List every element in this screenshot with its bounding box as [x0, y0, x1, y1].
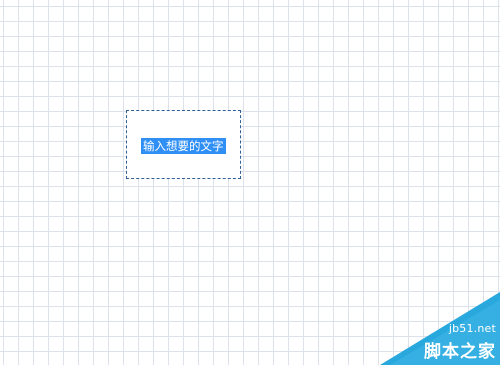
watermark-site-name: 脚本之家: [424, 342, 496, 362]
site-watermark: jb51.net 脚本之家: [380, 292, 500, 365]
selected-text[interactable]: 输入想要的文字: [141, 138, 226, 154]
watermark-site-url: jb51.net: [448, 322, 496, 335]
text-box[interactable]: 输入想要的文字: [126, 110, 241, 179]
